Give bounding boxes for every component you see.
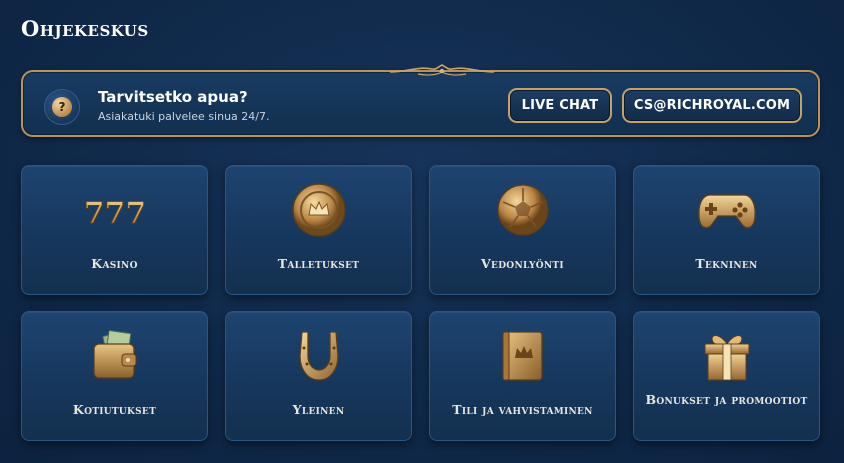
category-label: Vedonlyönti bbox=[481, 256, 564, 271]
gamepad-icon bbox=[695, 182, 759, 238]
svg-text:777: 777 bbox=[85, 196, 145, 230]
soccer-ball-icon bbox=[491, 182, 555, 238]
help-subtitle: Asiakatuki palvelee sinua 24/7. bbox=[98, 110, 270, 123]
category-card-talletukset[interactable]: Talletukset bbox=[225, 165, 412, 295]
live-chat-button[interactable]: LIVE CHAT bbox=[508, 88, 612, 123]
help-question-icon: ? bbox=[44, 89, 80, 125]
crown-coin-icon bbox=[287, 182, 351, 238]
horseshoe-icon bbox=[287, 328, 351, 384]
crown-book-icon bbox=[491, 328, 555, 384]
category-card-vedonlyonti[interactable]: Vedonlyönti bbox=[429, 165, 616, 295]
help-title: Tarvitsetko apua? bbox=[98, 88, 248, 106]
page-title: Ohjekeskus bbox=[21, 16, 149, 41]
help-banner: ? Tarvitsetko apua? Asiakatuki palvelee … bbox=[21, 64, 820, 137]
slots-777-icon: 777 bbox=[83, 182, 147, 238]
category-card-yleinen[interactable]: Yleinen bbox=[225, 311, 412, 441]
category-label: Tili ja vahvistaminen bbox=[452, 402, 593, 417]
category-label: Tekninen bbox=[695, 256, 758, 271]
email-support-button[interactable]: CS@RICHROYAL.COM bbox=[622, 88, 802, 123]
category-label: Yleinen bbox=[292, 402, 345, 417]
category-card-kasino[interactable]: 777 Kasino bbox=[21, 165, 208, 295]
wallet-icon bbox=[83, 328, 147, 384]
category-card-bonukset[interactable]: Bonukset ja promootiot bbox=[633, 311, 820, 441]
gift-box-icon bbox=[695, 328, 759, 384]
category-label: Kotiutukset bbox=[72, 402, 157, 417]
category-label: Kasino bbox=[91, 256, 138, 271]
question-mark: ? bbox=[52, 97, 72, 117]
category-label: Bonukset ja promootiot bbox=[645, 392, 808, 407]
category-card-tili[interactable]: Tili ja vahvistaminen bbox=[429, 311, 616, 441]
ornament-icon bbox=[389, 64, 495, 76]
category-card-kotiutukset[interactable]: Kotiutukset bbox=[21, 311, 208, 441]
category-label: Talletukset bbox=[277, 256, 360, 271]
category-card-tekninen[interactable]: Tekninen bbox=[633, 165, 820, 295]
